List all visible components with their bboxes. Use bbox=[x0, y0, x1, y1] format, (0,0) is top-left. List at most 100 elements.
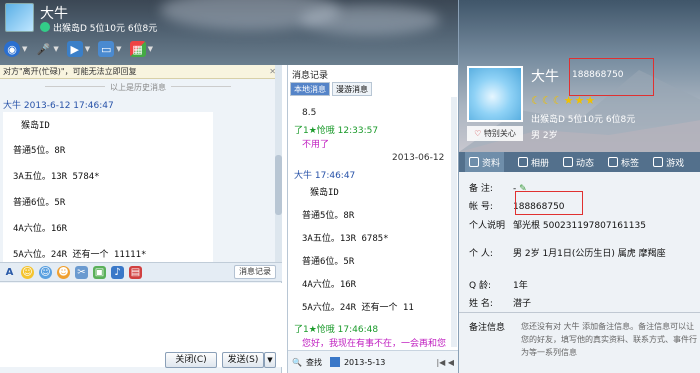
profile-gender-age: 男 2岁 bbox=[531, 131, 558, 141]
profile-panel: ♡ 特别关心 大牛 188868750 ☾☾☾★★★ 出猴岛D 5位10元 6位… bbox=[458, 0, 700, 373]
image-text-line: 3A五位。13R 5784* bbox=[13, 172, 100, 182]
highlight-box bbox=[569, 58, 654, 96]
profile-row-personal: 个 人: 男 2岁 1月1日(公历生日) 属虎 摩羯座 bbox=[469, 246, 666, 259]
notice-text: 对方"离开(忙碌)"，可能无法立即回复 bbox=[3, 67, 137, 76]
image-text-line: 猴岛ID bbox=[21, 121, 50, 131]
away-notice: 对方"离开(忙碌)"，可能无法立即回复 ✕ bbox=[0, 65, 282, 79]
scroll-thumb[interactable] bbox=[275, 155, 282, 215]
status-text: 出猴岛D 5位10元 6位8元 bbox=[53, 24, 158, 34]
contact-name: 大牛 bbox=[40, 6, 68, 22]
mic-icon[interactable]: 🎤 bbox=[35, 41, 51, 57]
scrollbar[interactable] bbox=[451, 97, 457, 347]
chevron-down-icon[interactable]: ▼ bbox=[85, 45, 90, 53]
image-text-line: 3A五位。13R 6785* bbox=[302, 234, 389, 244]
history-text: 了1★怆哦 12:33:57 bbox=[294, 126, 379, 136]
screen-icon[interactable]: ▭ bbox=[98, 41, 115, 57]
history-tabs: 本地消息 漫游消息 bbox=[288, 82, 458, 96]
image-text-line: 4A六位。16R bbox=[13, 224, 68, 234]
avatar[interactable] bbox=[5, 3, 34, 32]
history-text: 您好，我现在有事不在，一会再和您 bbox=[302, 339, 447, 349]
special-care-button[interactable]: ♡ 特别关心 bbox=[467, 126, 523, 141]
font-icon[interactable]: A bbox=[3, 266, 16, 279]
row-label: 备 注: bbox=[469, 184, 493, 194]
chevron-down-icon[interactable]: ▼ bbox=[53, 45, 58, 53]
history-line: 您好，我现在有事不在，一会再和您 bbox=[302, 336, 446, 349]
history-line: 了1★怆哦 17:46:48 bbox=[294, 322, 378, 335]
tab-feed[interactable]: 动态 bbox=[563, 156, 594, 169]
row-value: 邹光根 500231197807161135 bbox=[513, 221, 646, 231]
history-separator: 以上是历史消息 bbox=[0, 82, 276, 93]
message-header: 大牛 2013-6-12 17:46:47 bbox=[3, 101, 114, 111]
info-icon bbox=[469, 157, 479, 167]
search-button[interactable]: 查找 bbox=[306, 357, 322, 368]
close-button[interactable]: 关闭(C) bbox=[165, 352, 217, 368]
highlight-box bbox=[515, 191, 583, 215]
tab-local-messages[interactable]: 本地消息 bbox=[290, 82, 330, 96]
image-text-line: 普通6位。5R bbox=[302, 257, 355, 267]
row-label: Q 龄: bbox=[469, 281, 491, 291]
chevron-down-icon[interactable]: ▼ bbox=[148, 45, 153, 53]
row-label: 姓 名: bbox=[469, 299, 493, 309]
chevron-down-icon[interactable]: ▼ bbox=[116, 45, 121, 53]
tag-icon bbox=[608, 157, 619, 167]
tab-label: 动态 bbox=[576, 158, 595, 169]
date-selector[interactable]: 2013-5-13 bbox=[344, 358, 385, 367]
app-grid-icon[interactable]: ▦ bbox=[129, 41, 146, 57]
history-footer: 🔍 查找 2013-5-13 |◀ ◀ bbox=[288, 350, 458, 373]
remark-text: 您还没有对 大牛 添加备注信息。备注信息可以让您的好友，填写他的真实资料、联系方… bbox=[521, 322, 697, 357]
image-text-line: 普通5位。8R bbox=[13, 146, 66, 156]
row-label: 个人说明 bbox=[469, 221, 506, 231]
album-icon bbox=[518, 157, 529, 167]
calendar-icon[interactable] bbox=[329, 357, 340, 367]
history-text: 8.5 bbox=[302, 108, 317, 118]
music-icon[interactable]: ♪ bbox=[111, 265, 124, 279]
shake-icon[interactable]: ☻ bbox=[57, 265, 70, 279]
profile-tabs: 资料 相册 动态 标签 游戏 bbox=[459, 152, 700, 172]
history-line: 了1★怆哦 12:33:57 bbox=[294, 123, 378, 136]
history-title: 消息记录 bbox=[292, 71, 329, 81]
tab-games[interactable]: 游戏 bbox=[653, 156, 684, 169]
magic-emoji-icon[interactable]: ☺ bbox=[39, 265, 52, 279]
send-options-dropdown[interactable]: ▼ bbox=[264, 352, 276, 368]
page-nav-icons[interactable]: |◀ ◀ bbox=[436, 358, 454, 367]
qq-icon[interactable]: ◉ bbox=[4, 41, 20, 57]
chat-header: 大牛 出猴岛D 5位10元 6位8元 ◉ ▼ 🎤 ▼ ▶ ▼ ▭ ▼ ▦ ▼ bbox=[0, 0, 458, 65]
profile-name: 大牛 bbox=[531, 69, 559, 85]
video-icon[interactable]: ▶ bbox=[66, 41, 83, 57]
image-text-line: 4A六位。16R bbox=[302, 280, 357, 290]
search-icon[interactable]: 🔍 bbox=[292, 358, 302, 367]
profile-avatar[interactable] bbox=[467, 66, 523, 122]
message-image[interactable]: 猴岛ID 普通5位。8R 3A五位。13R 5784* 普通6位。5R 4A六位… bbox=[3, 112, 213, 268]
tab-info[interactable]: 资料 bbox=[465, 152, 505, 172]
message-record-button[interactable]: 消息记录 bbox=[234, 265, 276, 279]
tab-roaming-messages[interactable]: 漫游消息 bbox=[332, 82, 372, 96]
profile-row-name: 姓 名: 潜子 bbox=[469, 296, 531, 309]
heart-icon: ♡ bbox=[474, 129, 482, 138]
screenshot-icon[interactable]: ✂ bbox=[75, 265, 88, 279]
row-label: 帐 号: bbox=[469, 202, 493, 212]
row-label: 个 人: bbox=[469, 249, 493, 259]
image-text-line: 5A六位。24R 还有一个 11 bbox=[302, 303, 414, 313]
send-button[interactable]: 发送(S) bbox=[222, 352, 264, 368]
status-line: 出猴岛D 5位10元 6位8元 bbox=[40, 21, 157, 34]
history-panel: 消息记录 本地消息 漫游消息 8.5 了1★怆哦 12:33:57 不用了 20… bbox=[287, 65, 458, 373]
chevron-down-icon[interactable]: ▼ bbox=[22, 45, 27, 53]
status-icon bbox=[40, 22, 50, 32]
chat-toolbar: ◉ ▼ 🎤 ▼ ▶ ▼ ▭ ▼ ▦ ▼ bbox=[0, 38, 458, 60]
tab-tags[interactable]: 标签 bbox=[608, 156, 639, 169]
gift-icon[interactable]: ▤ bbox=[129, 265, 142, 279]
emoji-icon[interactable]: ☺ bbox=[21, 265, 34, 279]
history-text: 2013-06-12 bbox=[392, 153, 445, 163]
profile-row-qq-age: Q 龄: 1年 bbox=[469, 278, 528, 291]
tab-label: 相册 bbox=[531, 158, 550, 169]
history-text: 不用了 bbox=[302, 140, 330, 150]
history-image[interactable]: 猴岛ID 普通5位。8R 3A五位。13R 6785* 普通6位。5R 4A六位… bbox=[298, 179, 456, 319]
game-icon bbox=[653, 157, 664, 167]
image-text-line: 普通6位。5R bbox=[13, 198, 66, 208]
image-icon[interactable]: ▣ bbox=[93, 265, 106, 279]
history-line: 不用了 bbox=[302, 137, 329, 150]
tab-album[interactable]: 相册 bbox=[518, 156, 549, 169]
format-toolbar: A ☺ ☺ ☻ ✂ ▣ ♪ ▤ 消息记录 bbox=[0, 262, 282, 282]
tab-label: 游戏 bbox=[666, 158, 685, 169]
cloud-decoration bbox=[300, 5, 440, 35]
